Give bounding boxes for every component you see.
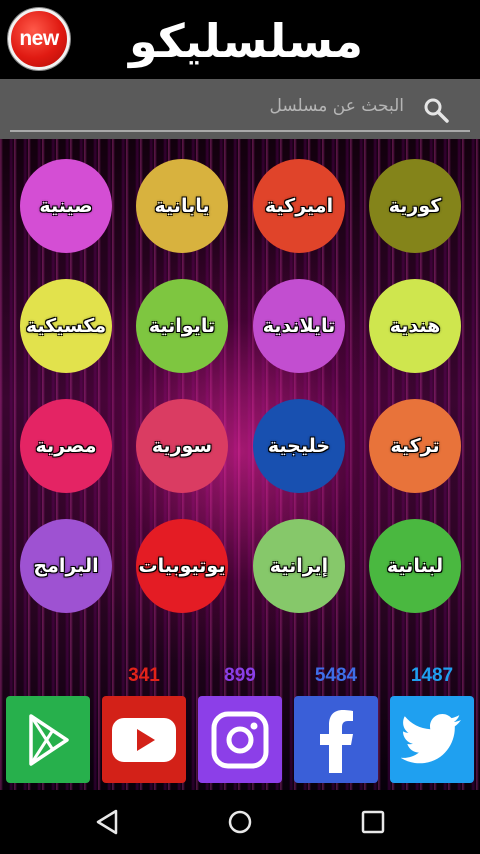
category-japanese[interactable]: يابانية xyxy=(136,159,228,253)
recents-icon[interactable] xyxy=(358,807,388,837)
search-input[interactable]: البحث عن مسلسل xyxy=(10,88,470,132)
category-syrian[interactable]: سورية xyxy=(136,399,228,493)
category-iranian[interactable]: إيرانية xyxy=(253,519,345,613)
app-title: مسلسليكو xyxy=(128,14,364,68)
twitter-button[interactable] xyxy=(390,696,474,783)
back-icon[interactable] xyxy=(92,807,122,837)
facebook-count: 5484 xyxy=(314,665,358,686)
category-chinese[interactable]: صينية xyxy=(20,159,112,253)
twitter-count: 1487 xyxy=(410,665,454,686)
category-taiwanese[interactable]: تايوانية xyxy=(136,279,228,373)
search-icon[interactable] xyxy=(422,96,450,124)
category-thai[interactable]: تايلاندية xyxy=(253,279,345,373)
instagram-count: 899 xyxy=(224,665,256,686)
google-play-button[interactable] xyxy=(6,696,90,783)
category-korean[interactable]: كورية xyxy=(369,159,461,253)
youtube-count: 341 xyxy=(128,665,160,686)
twitter-icon xyxy=(401,713,461,763)
instagram-button[interactable] xyxy=(198,696,282,783)
category-programs[interactable]: البرامج xyxy=(20,519,112,613)
category-american[interactable]: اميركية xyxy=(253,159,345,253)
home-icon[interactable] xyxy=(225,807,255,837)
google-play-icon xyxy=(29,713,69,766)
category-indian[interactable]: هندية xyxy=(369,279,461,373)
youtube-button[interactable] xyxy=(102,696,186,783)
search-placeholder: البحث عن مسلسل xyxy=(269,96,404,116)
system-nav-bar xyxy=(0,790,480,854)
youtube-icon xyxy=(112,717,176,762)
category-mexican[interactable]: مكسيكية xyxy=(20,279,112,373)
facebook-icon xyxy=(320,709,353,773)
category-youtubers[interactable]: يوتيوبيات xyxy=(136,519,228,613)
instagram-icon xyxy=(211,711,269,768)
facebook-button[interactable] xyxy=(294,696,378,783)
category-turkish[interactable]: تركية xyxy=(369,399,461,493)
category-egyptian[interactable]: مصرية xyxy=(20,399,112,493)
category-gulf[interactable]: خليجية xyxy=(253,399,345,493)
category-lebanese[interactable]: لبنانية xyxy=(369,519,461,613)
new-badge-button[interactable]: new xyxy=(8,8,70,70)
